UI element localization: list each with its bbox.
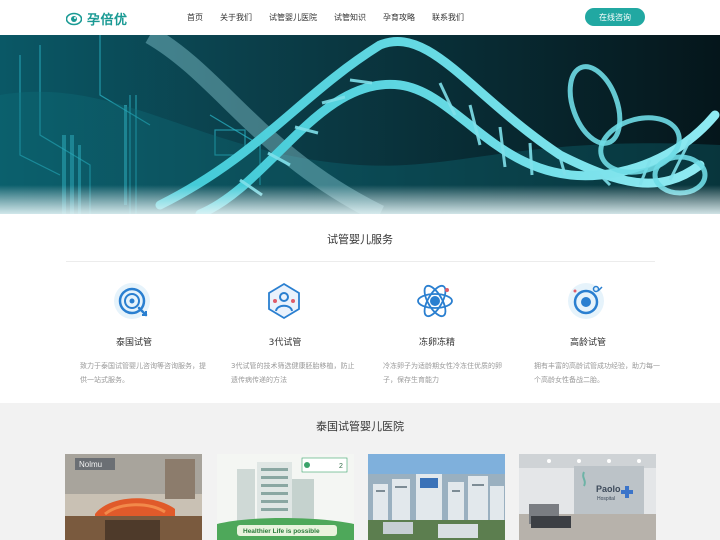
service-name: 泰国试管 — [115, 338, 152, 348]
nav-home[interactable]: 首页 — [187, 12, 203, 23]
service-name: 高龄试管 — [569, 338, 606, 348]
section-divider — [66, 261, 655, 262]
online-consult-button[interactable]: 在线咨询 — [585, 8, 645, 26]
hospital-building-photo: 2 Healthier Life is possible — [217, 454, 354, 540]
city-skyline-photo — [368, 454, 505, 540]
clinic-sign-text: Paolo — [596, 484, 621, 494]
service-desc: 冷冻卵子为适龄期女性冷冻住优质的卵子，保存生育能力 — [383, 362, 502, 384]
clinic-lobby-photo: Paolo Hospital — [519, 454, 656, 540]
services-title: 试管婴儿服务 — [327, 233, 393, 246]
genetics-icon — [268, 282, 300, 320]
hospital-entrance-photo: Nolmu — [65, 454, 202, 540]
site-header: 孕倍优 首页 关于我们 试管婴儿医院 试管知识 孕育攻略 联系我们 在线咨询 — [0, 0, 720, 35]
eye-logo-icon — [66, 12, 82, 25]
nav-guide[interactable]: 孕育攻略 — [383, 12, 415, 23]
hospital-sign-text: Nolmu — [79, 460, 102, 469]
service-desc: 拥有丰富的高龄试管成功经验，助力每一个高龄女性备战二胎。 — [534, 362, 660, 384]
atom-icon — [417, 284, 453, 318]
logo-text: 孕倍优 — [87, 13, 128, 28]
service-name: 冻卵冻精 — [418, 338, 455, 348]
nav-knowledge[interactable]: 试管知识 — [334, 12, 366, 23]
hospital-card[interactable]: 2 Healthier Life is possible — [217, 454, 354, 540]
hospital-card[interactable]: Nolmu — [65, 454, 202, 540]
nav-hospitals[interactable]: 试管婴儿医院 — [269, 12, 317, 23]
hospital-badge-text: 2 — [339, 463, 343, 470]
service-name: 3代试管 — [268, 338, 302, 348]
service-desc: 致力于泰国试管婴儿咨询等咨询服务，提供一站式服务。 — [80, 362, 206, 384]
target-icon — [114, 283, 150, 319]
logo[interactable]: 孕倍优 — [66, 9, 128, 28]
hospitals-title: 泰国试管婴儿医院 — [316, 420, 404, 433]
nav-contact[interactable]: 联系我们 — [432, 12, 464, 23]
nav-about[interactable]: 关于我们 — [220, 12, 252, 23]
dna-banner-image — [0, 35, 720, 214]
hospital-slogan-text: Healthier Life is possible — [243, 528, 320, 535]
service-desc: 3代试管的技术筛选健康胚胎移植，防止遗传病传递的方法 — [231, 362, 355, 384]
hospital-card[interactable]: Paolo Hospital — [519, 454, 656, 540]
fertility-icon — [568, 283, 604, 319]
clinic-sign-subtext: Hospital — [597, 496, 615, 502]
hero-banner — [0, 35, 720, 214]
hospital-card[interactable] — [368, 454, 505, 540]
main-nav: 首页 关于我们 试管婴儿医院 试管知识 孕育攻略 联系我们 — [187, 12, 464, 23]
